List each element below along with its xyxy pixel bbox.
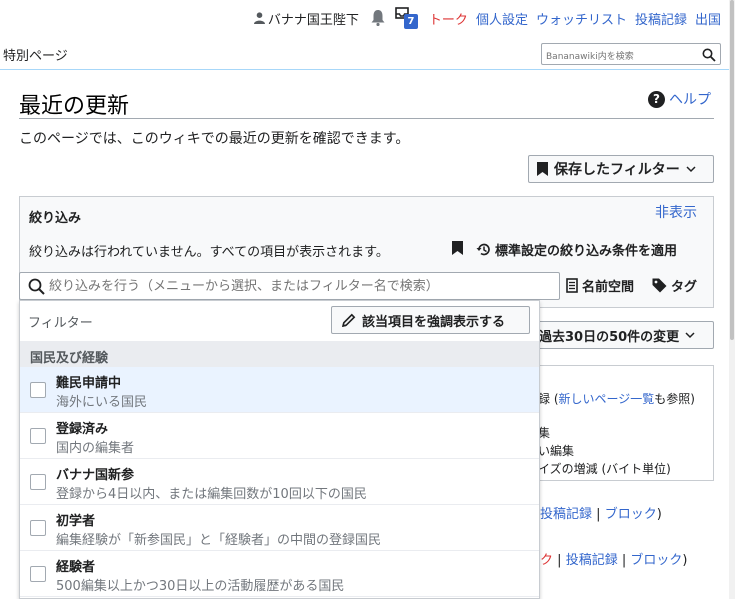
bookmark-icon <box>537 162 548 176</box>
dropdown-header: フィルター 該当項目を強調表示する <box>20 301 539 341</box>
personal-toolbar: バナナ国王陛下 7 トーク 個人設定 ウォッチリスト 投稿記録 出国 <box>246 6 721 30</box>
notices-button[interactable]: 7 <box>395 7 419 29</box>
search-box <box>541 43 721 67</box>
tags-label: タグ <box>671 280 698 295</box>
filter-checkbox[interactable] <box>30 566 46 582</box>
contributions-link[interactable]: 投稿記録 <box>540 507 592 522</box>
block-link[interactable]: ブロック <box>605 507 657 522</box>
no-filters-message: 絞り込みは行われていません。すべての項目が表示されます。 <box>29 245 389 260</box>
namespace-label: 名前空間 <box>582 280 635 295</box>
limit-selector-button[interactable]: 過去30日の50件の変更 <box>528 321 714 349</box>
filter-option-desc: 500編集以上かつ30日以上の活動履歴がある国民 <box>56 579 345 594</box>
filter-option-desc: 国内の編集者 <box>56 441 135 456</box>
filter-checkbox[interactable] <box>30 474 46 490</box>
filter-option-title: 初学者 <box>56 514 96 529</box>
block-link[interactable]: ブロック <box>630 553 682 568</box>
help-link[interactable]: ? ヘルプ <box>648 89 711 109</box>
filter-option-title: 登録済み <box>56 422 109 437</box>
user-page-link[interactable]: バナナ国王陛下 <box>253 9 359 28</box>
user-name: バナナ国王陛下 <box>267 12 359 28</box>
apply-default-label: 標準設定の絞り込み条件を適用 <box>495 244 678 259</box>
filter-option-desc: 編集経験が「新参国民」と「経験者」の中間の登録国民 <box>56 533 382 548</box>
filter-option-title: 難民申請中 <box>56 376 122 391</box>
intro-text: このページでは、このウィキでの最近の更新を確認できます。 <box>19 131 410 147</box>
saved-filters-label: 保存したフィルター <box>554 162 680 178</box>
document-icon <box>566 278 578 293</box>
highlight-label: 該当項目を強調表示する <box>362 314 506 330</box>
title-divider <box>19 118 714 119</box>
highlight-results-button[interactable]: 該当項目を強調表示する <box>331 306 530 334</box>
watchlist-link[interactable]: ウォッチリスト <box>536 9 627 28</box>
tab-special-page[interactable]: 特別ページ <box>3 45 68 64</box>
contributions-link[interactable]: 投稿記録 <box>635 9 687 28</box>
chevron-down-icon <box>685 332 695 339</box>
legend-line: い編集 <box>538 444 575 458</box>
notification-count-badge: 7 <box>403 14 418 29</box>
dropdown-filter-label: フィルター <box>28 316 93 331</box>
filter-option-title: バナナ国新参 <box>56 468 135 483</box>
hide-filters-link[interactable]: 非表示 <box>655 202 697 222</box>
user-icon <box>253 12 265 24</box>
page-scrollbar-thumb[interactable] <box>730 0 734 340</box>
filter-search-box <box>19 272 560 300</box>
pencil-icon <box>342 313 356 327</box>
namespace-button[interactable]: 名前空間 <box>566 276 634 295</box>
chevron-down-icon <box>686 166 696 173</box>
search-icon <box>28 278 45 299</box>
tags-button[interactable]: タグ <box>652 276 697 295</box>
logout-link[interactable]: 出国 <box>695 9 721 28</box>
saved-filters-button[interactable]: 保存したフィルター <box>528 155 714 183</box>
talk-link[interactable]: ク <box>540 553 553 568</box>
apply-default-filters-button[interactable]: 標準設定の絞り込み条件を適用 <box>476 240 677 259</box>
filter-dropdown-menu: フィルター 該当項目を強調表示する 国民及び経験 難民申請中 海外にいる国民 登… <box>19 300 540 599</box>
filter-checkbox[interactable] <box>30 382 46 398</box>
filter-checkbox[interactable] <box>30 520 46 536</box>
filter-option-desc: 海外にいる国民 <box>56 395 148 410</box>
new-pages-link[interactable]: 新しいページ一覧 <box>559 392 655 406</box>
section-title: 国民及び経験 <box>30 351 109 366</box>
contributions-link[interactable]: 投稿記録 <box>566 553 618 568</box>
filter-checkbox[interactable] <box>30 428 46 444</box>
filter-option-unregistered[interactable]: 難民申請中 海外にいる国民 <box>20 367 539 413</box>
limit-label: 過去30日の50件の変更 <box>539 329 680 345</box>
talk-link[interactable]: トーク <box>429 9 468 28</box>
help-icon: ? <box>648 90 665 108</box>
filter-option-newcomer[interactable]: バナナ国新参 登録から4日以内、または編集回数が10回以下の国民 <box>20 459 539 505</box>
preferences-link[interactable]: 個人設定 <box>476 9 528 28</box>
filter-option-registered[interactable]: 登録済み 国内の編集者 <box>20 413 539 459</box>
page-title: 最近の更新 <box>19 94 130 119</box>
bell-icon[interactable] <box>371 10 385 26</box>
help-label: ヘルプ <box>669 92 711 108</box>
legend-line: 録 (新しいページ一覧も参照) <box>538 392 695 406</box>
save-filter-bookmark-icon[interactable] <box>452 240 463 259</box>
change-row-links: ク | 投稿記録 | ブロック) <box>540 553 688 568</box>
change-row-links: 投稿記録 | ブロック) <box>540 507 662 522</box>
filter-option-title: 経験者 <box>56 560 96 575</box>
search-icon[interactable] <box>702 47 716 66</box>
filter-option-experienced[interactable]: 経験者 500編集以上かつ30日以上の活動履歴がある国民 <box>20 551 539 597</box>
tab-divider <box>0 69 735 70</box>
search-input[interactable] <box>542 47 692 67</box>
filter-panel-heading: 絞り込み <box>29 211 82 226</box>
filter-option-learner[interactable]: 初学者 編集経験が「新参国民」と「経験者」の中間の登録国民 <box>20 505 539 551</box>
filter-input[interactable] <box>47 275 552 297</box>
filter-option-desc: 登録から4日以内、または編集回数が10回以下の国民 <box>56 487 367 502</box>
restore-icon <box>476 243 490 256</box>
tag-icon <box>652 278 667 293</box>
legend-line: イズの増減 (バイト単位) <box>538 462 671 476</box>
dropdown-section-header: 国民及び経験 <box>20 341 539 367</box>
